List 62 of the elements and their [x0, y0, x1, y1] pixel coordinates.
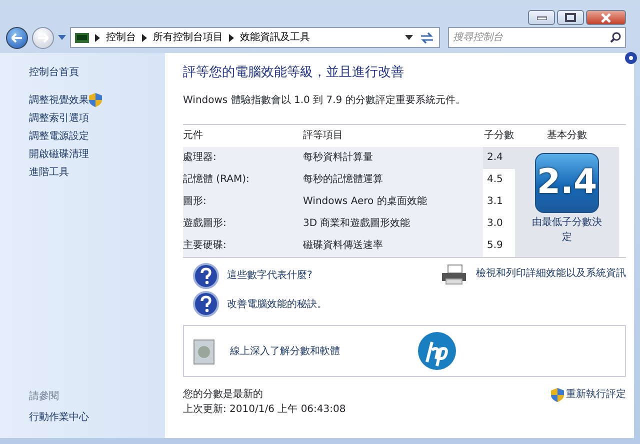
forward-arrow-icon	[37, 32, 49, 42]
breadcrumb-item[interactable]: 效能資訊及工具	[240, 30, 310, 45]
last-update-text: 上次更新: 2010/1/6 上午 06:43:08	[183, 402, 346, 417]
table-cell: 每秒的記憶體運算	[303, 168, 483, 190]
sidebar-link[interactable]: 調整電源設定	[0, 127, 165, 145]
print-link[interactable]: 檢視和列印詳細效能以及系統資訊	[476, 266, 626, 281]
status-text: 您的分數是最新的	[183, 388, 264, 402]
table-cell: 2.4	[483, 146, 515, 168]
column-header: 元件	[183, 129, 204, 143]
help-icon[interactable]	[625, 52, 637, 64]
sidebar-link[interactable]: 開啟磁碟清理	[0, 145, 165, 163]
table-cell: 3D 商業和遊戲圖形效能	[303, 212, 483, 234]
rerun-link[interactable]: 重新執行評定	[550, 387, 626, 402]
search-icon[interactable]	[610, 32, 621, 43]
minimize-icon	[536, 16, 546, 20]
score-caption: 由最低子分數決定	[531, 216, 603, 244]
sidebar-link[interactable]: 進階工具	[0, 163, 165, 181]
chevron-icon[interactable]	[142, 34, 147, 42]
help-icon	[193, 262, 219, 288]
chevron-icon[interactable]	[95, 34, 100, 42]
search-field[interactable]: 搜尋控制台	[448, 27, 626, 48]
breadcrumb-item[interactable]: 所有控制台項目	[153, 30, 223, 45]
monitor-icon	[75, 32, 89, 42]
table-cell: 主要硬碟:	[183, 234, 303, 256]
help-link[interactable]: 這些數字代表什麼?	[227, 268, 312, 283]
back-button[interactable]	[6, 26, 28, 48]
column-header: 子分數	[483, 129, 515, 143]
shield-icon	[550, 388, 564, 402]
shield-icon	[89, 93, 102, 107]
page-title: 評等您的電腦效能等級，並且進行改善	[183, 64, 405, 82]
table-cell: 記憶體 (RAM):	[183, 168, 303, 190]
score-badge: 2.4	[535, 152, 599, 212]
dropdown-icon[interactable]	[405, 35, 413, 40]
column-header: 評等項目	[303, 128, 344, 143]
table-cell: 磁碟資料傳送速率	[303, 234, 483, 256]
close-button[interactable]	[586, 10, 626, 25]
refresh-icon[interactable]	[419, 30, 435, 44]
table-cell: Windows Aero 的桌面效能	[303, 190, 483, 212]
sidebar-link[interactable]: 調整視覺效果	[0, 91, 165, 109]
see-also-heading: 請參閱	[28, 390, 60, 404]
back-arrow-icon	[11, 32, 23, 42]
chevron-icon[interactable]	[229, 34, 234, 42]
printer-icon	[440, 262, 468, 284]
minimize-button[interactable]	[528, 10, 555, 25]
online-link[interactable]: 線上深入了解分數和軟體	[230, 344, 340, 358]
description-text: Windows 體驗指數會以 1.0 到 7.9 的分數評定重要系統元件。	[183, 94, 466, 108]
breadcrumb-item[interactable]: 控制台	[106, 30, 136, 45]
table-cell: 處理器:	[183, 146, 303, 168]
table-cell: 圖形:	[183, 190, 303, 212]
address-bar[interactable]: 控制台 所有控制台項目 效能資訊及工具	[70, 27, 440, 48]
sidebar-link[interactable]: 調整索引選項	[0, 109, 165, 127]
sidebar-link[interactable]: 控制台首頁	[0, 63, 165, 81]
help-icon	[193, 291, 219, 317]
help-link[interactable]: 改善電腦效能的秘訣。	[227, 296, 327, 312]
maximize-button[interactable]	[557, 10, 584, 25]
sidebar-link[interactable]: 行動作業中心	[0, 408, 165, 426]
table-cell: 遊戲圖形:	[183, 212, 303, 234]
table-cell: 每秒資料計算量	[303, 146, 483, 168]
close-icon	[601, 12, 611, 22]
column-header: 基本分數	[546, 128, 588, 143]
maximize-icon	[565, 13, 576, 22]
logo-icon	[418, 332, 456, 370]
